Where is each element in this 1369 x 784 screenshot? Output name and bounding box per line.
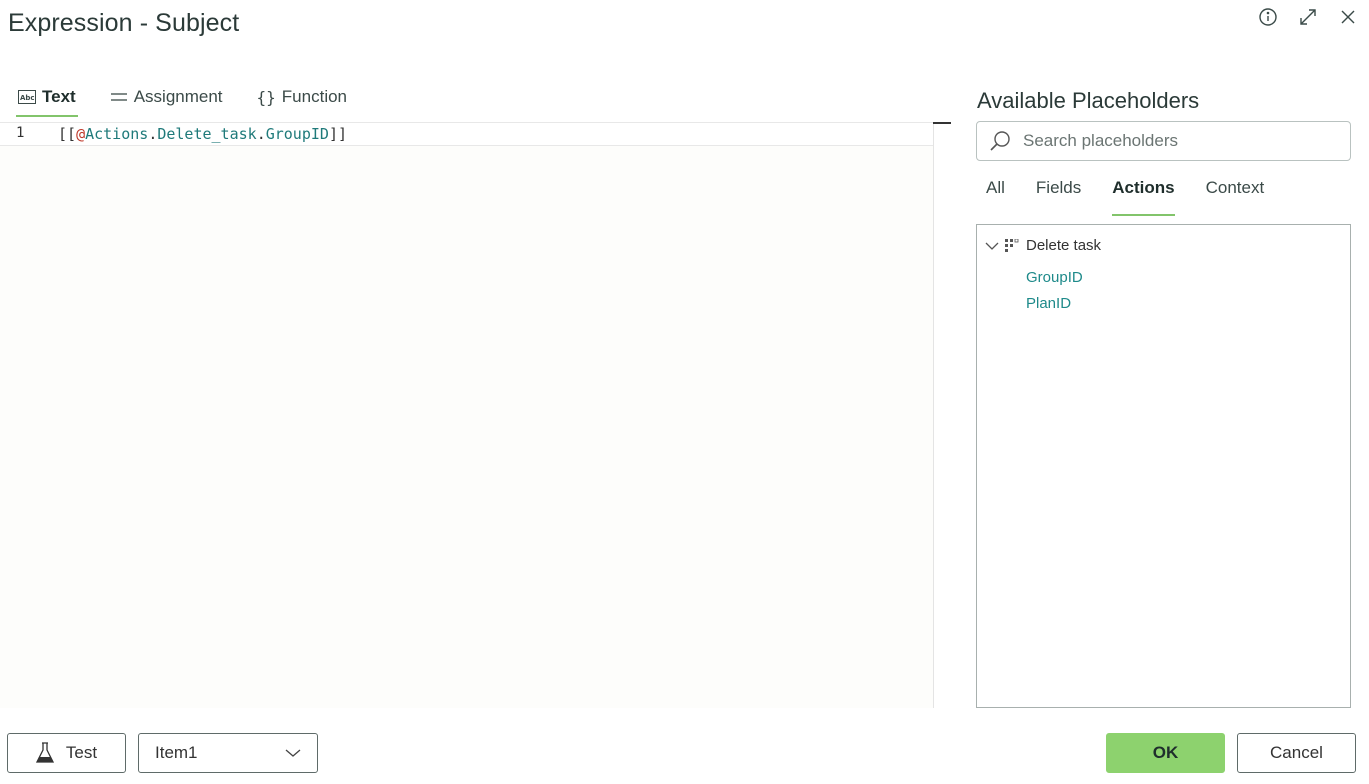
- chevron-down-icon[interactable]: [985, 241, 1001, 251]
- tab-assignment-label: Assignment: [133, 87, 223, 106]
- placeholders-title: Available Placeholders: [977, 88, 1200, 113]
- tab-function[interactable]: {} Function: [255, 80, 349, 114]
- item-select[interactable]: Item1: [138, 733, 318, 773]
- flask-icon: [35, 742, 54, 764]
- tree-leaf-groupid[interactable]: GroupID: [1026, 269, 1083, 286]
- editor-line[interactable]: 1 [[@Actions.Delete_task.GroupID]]: [0, 122, 933, 146]
- tab-function-label: Function: [281, 87, 347, 106]
- tree-node-label: Delete task: [1026, 237, 1102, 254]
- action-grid-icon: [1005, 238, 1021, 253]
- ok-button[interactable]: OK: [1106, 733, 1225, 773]
- code-open-brackets: [[: [58, 125, 77, 143]
- code-dot: .: [148, 125, 158, 143]
- tab-assignment[interactable]: Assignment: [108, 80, 225, 114]
- svg-text:Abc: Abc: [20, 94, 35, 102]
- chevron-down-icon: [285, 743, 301, 763]
- line-number: 1: [16, 125, 25, 141]
- expand-icon[interactable]: [1295, 4, 1321, 30]
- placeholder-tabs: All Fields Actions Context: [986, 178, 1295, 216]
- code-text[interactable]: [[@Actions.Delete_task.GroupID]]: [58, 125, 347, 143]
- close-icon[interactable]: [1335, 4, 1361, 30]
- code-segment-field: GroupID: [265, 125, 329, 143]
- equals-icon: [110, 90, 128, 104]
- code-at-sign: @: [76, 125, 86, 143]
- placeholder-tree: Delete task GroupID PlanID: [976, 224, 1351, 708]
- dialog-title: Expression - Subject: [8, 9, 240, 37]
- placeholder-search[interactable]: [976, 121, 1351, 161]
- search-icon: [977, 130, 1023, 152]
- code-close-brackets: ]]: [328, 125, 347, 143]
- info-icon[interactable]: [1255, 4, 1281, 30]
- item-select-value: Item1: [155, 743, 198, 762]
- code-dot: .: [256, 125, 266, 143]
- cancel-button[interactable]: Cancel: [1237, 733, 1356, 773]
- tree-leaf-planid[interactable]: PlanID: [1026, 295, 1071, 312]
- code-editor[interactable]: 1 [[@Actions.Delete_task.GroupID]]: [0, 122, 934, 708]
- code-segment-action-name: Delete_task: [157, 125, 257, 143]
- braces-icon: {}: [256, 87, 276, 107]
- tab-all[interactable]: All: [986, 178, 1005, 210]
- tree-node-delete-task[interactable]: Delete task: [985, 237, 1101, 254]
- window-controls: [1255, 4, 1361, 30]
- tab-fields[interactable]: Fields: [1036, 178, 1081, 210]
- test-button-label: Test: [65, 743, 98, 762]
- tab-text-label: Text: [42, 87, 76, 106]
- test-button[interactable]: Test: [7, 733, 126, 773]
- tab-context[interactable]: Context: [1206, 178, 1265, 210]
- code-segment-actions: Actions: [85, 125, 149, 143]
- search-input[interactable]: [1023, 131, 1323, 151]
- editor-scrollbar-marker[interactable]: [933, 122, 951, 124]
- abc-icon: Abc: [18, 90, 36, 104]
- tab-text[interactable]: Abc Text: [16, 80, 78, 117]
- editor-mode-tabs: Abc Text Assignment {} Function: [16, 80, 379, 117]
- tab-actions[interactable]: Actions: [1112, 178, 1175, 216]
